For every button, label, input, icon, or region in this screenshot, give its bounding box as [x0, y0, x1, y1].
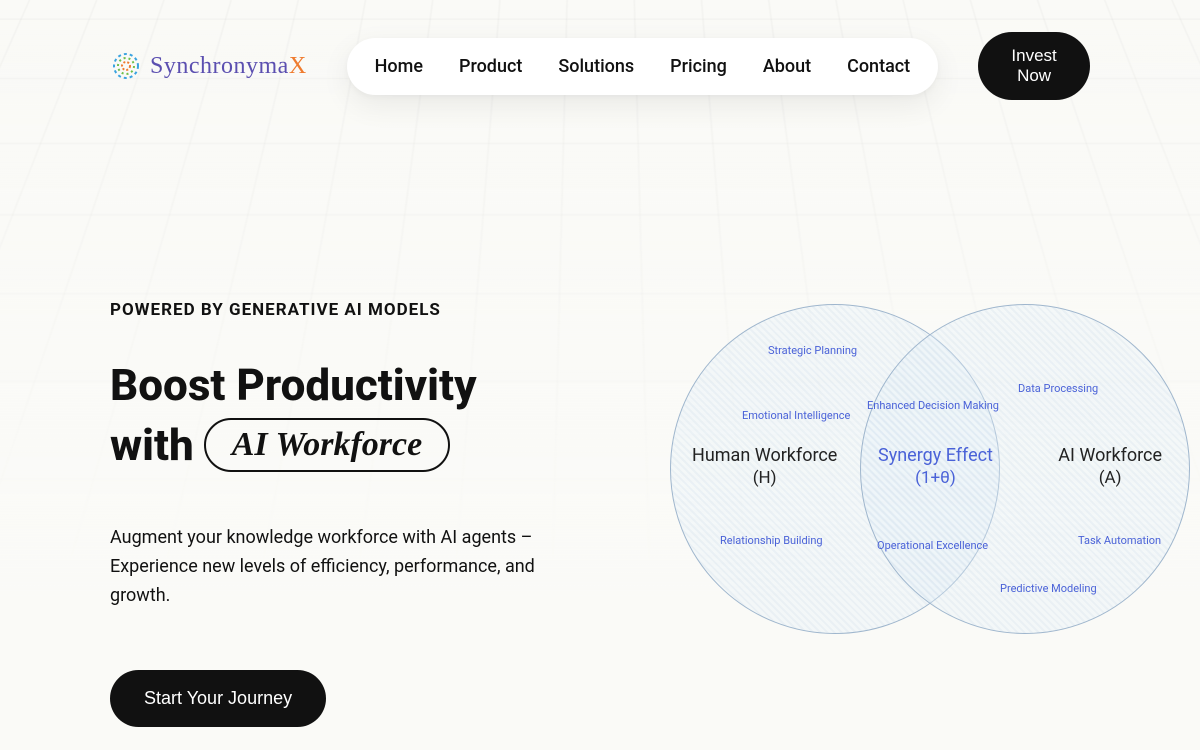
- venn-label-synergy: Synergy Effect (1+θ): [878, 444, 993, 489]
- venn-label-synergy-sub: (1+θ): [878, 467, 993, 489]
- cta-start-button[interactable]: Start Your Journey: [110, 670, 326, 727]
- hero-headline-line1: Boost Productivity: [110, 359, 477, 411]
- hero-diagram: Human Workforce (H) Synergy Effect (1+θ)…: [670, 220, 1190, 727]
- nav-home[interactable]: Home: [375, 56, 423, 77]
- hero-headline-pill: AI Workforce: [204, 418, 450, 472]
- venn-label-ai: AI Workforce (A): [1058, 444, 1162, 489]
- venn-tag-task-automation: Task Automation: [1078, 534, 1161, 547]
- venn-label-synergy-title: Synergy Effect: [878, 445, 993, 466]
- primary-nav: Home Product Solutions Pricing About Con…: [347, 38, 939, 95]
- hero-copy: POWERED BY GENERATIVE AI MODELS Boost Pr…: [110, 220, 630, 727]
- brand-name-accent: X: [289, 53, 307, 79]
- venn-tag-operational-excellence: Operational Excellence: [877, 539, 988, 552]
- venn-tag-predictive-modeling: Predictive Modeling: [1000, 582, 1097, 595]
- venn-tag-emotional-intelligence: Emotional Intelligence: [742, 409, 850, 422]
- venn-tag-data-processing: Data Processing: [1018, 382, 1098, 395]
- nav-contact[interactable]: Contact: [847, 56, 910, 77]
- venn-tag-enhanced-decision: Enhanced Decision Making: [867, 399, 999, 412]
- hero-section: POWERED BY GENERATIVE AI MODELS Boost Pr…: [0, 220, 1200, 727]
- hero-headline-with: with: [110, 419, 194, 471]
- nav-pricing[interactable]: Pricing: [670, 56, 727, 77]
- hero-headline: Boost Productivity: [110, 360, 630, 412]
- logo-mark-icon: [110, 50, 142, 82]
- hero-eyebrow: POWERED BY GENERATIVE AI MODELS: [110, 300, 630, 320]
- site-header: SynchronymaX Home Product Solutions Pric…: [0, 0, 1200, 100]
- brand-logo[interactable]: SynchronymaX: [110, 50, 307, 82]
- venn-label-ai-title: AI Workforce: [1058, 445, 1162, 466]
- brand-name: SynchronymaX: [150, 53, 307, 80]
- venn-label-human-title: Human Workforce: [692, 445, 837, 466]
- nav-solutions[interactable]: Solutions: [558, 56, 634, 77]
- invest-button[interactable]: Invest Now: [978, 32, 1090, 100]
- hero-subhead: Augment your knowledge workforce with AI…: [110, 524, 590, 610]
- venn-label-human: Human Workforce (H): [692, 444, 837, 489]
- venn-label-ai-sub: (A): [1058, 467, 1162, 489]
- brand-name-main: Synchronyma: [150, 53, 289, 79]
- venn-tag-strategic-planning: Strategic Planning: [768, 344, 857, 357]
- hero-headline-line2: with AI Workforce: [110, 418, 630, 472]
- venn-diagram: Human Workforce (H) Synergy Effect (1+θ)…: [670, 294, 1190, 654]
- venn-label-human-sub: (H): [692, 467, 837, 489]
- nav-about[interactable]: About: [763, 56, 811, 77]
- venn-tag-relationship-building: Relationship Building: [720, 534, 823, 547]
- nav-product[interactable]: Product: [459, 56, 522, 77]
